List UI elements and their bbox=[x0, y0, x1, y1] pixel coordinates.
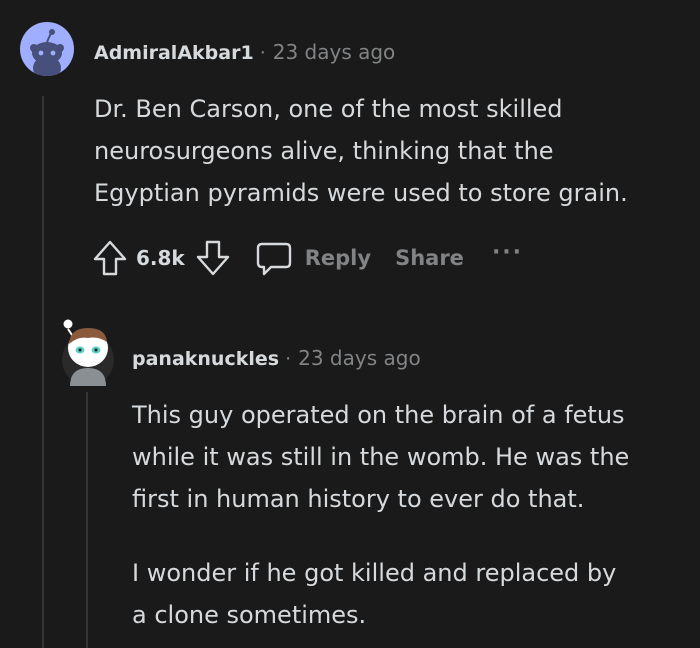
comment-line: a clone sometimes. bbox=[132, 601, 367, 629]
comment-line: Egyptian pyramids were used to store gra… bbox=[94, 179, 628, 207]
comment-body: Dr. Ben Carson, one of the most skilled … bbox=[94, 88, 628, 214]
vote-count: 6.8k bbox=[136, 246, 185, 270]
comment-line: neurosurgeons alive, thinking that the bbox=[94, 137, 554, 165]
username[interactable]: AdmiralAkbar1 bbox=[94, 42, 254, 64]
comment-meta: panaknuckles · 23 days ago bbox=[132, 346, 421, 370]
downvote-button[interactable] bbox=[195, 239, 231, 277]
arrow-down-icon bbox=[196, 240, 229, 276]
reply-icon-button[interactable] bbox=[255, 239, 293, 277]
upvote-button[interactable] bbox=[92, 239, 128, 277]
comment-line: while it was still in the womb. He was t… bbox=[132, 443, 630, 471]
share-button[interactable]: Share bbox=[395, 246, 464, 270]
separator-dot: · bbox=[285, 348, 292, 370]
comment-line: Dr. Ben Carson, one of the most skilled bbox=[94, 95, 563, 123]
timestamp[interactable]: 23 days ago bbox=[273, 40, 396, 64]
thread-line-reply[interactable] bbox=[86, 392, 88, 648]
reply-button[interactable]: Reply bbox=[305, 246, 371, 270]
comment-line: This guy operated on the brain of a fetu… bbox=[132, 401, 625, 429]
avatar[interactable] bbox=[20, 22, 74, 76]
timestamp[interactable]: 23 days ago bbox=[298, 346, 421, 370]
thread-line-main[interactable] bbox=[42, 96, 44, 648]
more-options-button[interactable]: ··· bbox=[492, 240, 523, 265]
user-avatar-icon bbox=[62, 318, 114, 386]
comment-actions: 6.8k Reply Share ··· bbox=[92, 238, 523, 278]
comment-line: I wonder if he got killed and replaced b… bbox=[132, 559, 617, 587]
avatar[interactable] bbox=[58, 316, 118, 386]
arrow-up-icon bbox=[93, 240, 127, 276]
separator-dot: · bbox=[259, 42, 266, 64]
username[interactable]: panaknuckles bbox=[132, 348, 279, 370]
comment-body: This guy operated on the brain of a fetu… bbox=[132, 394, 629, 636]
comment-line: first in human history to ever do that. bbox=[132, 485, 585, 513]
snoo-avatar-icon bbox=[30, 29, 64, 76]
comment-meta: AdmiralAkbar1 · 23 days ago bbox=[94, 40, 395, 64]
speech-bubble-icon bbox=[256, 242, 291, 276]
